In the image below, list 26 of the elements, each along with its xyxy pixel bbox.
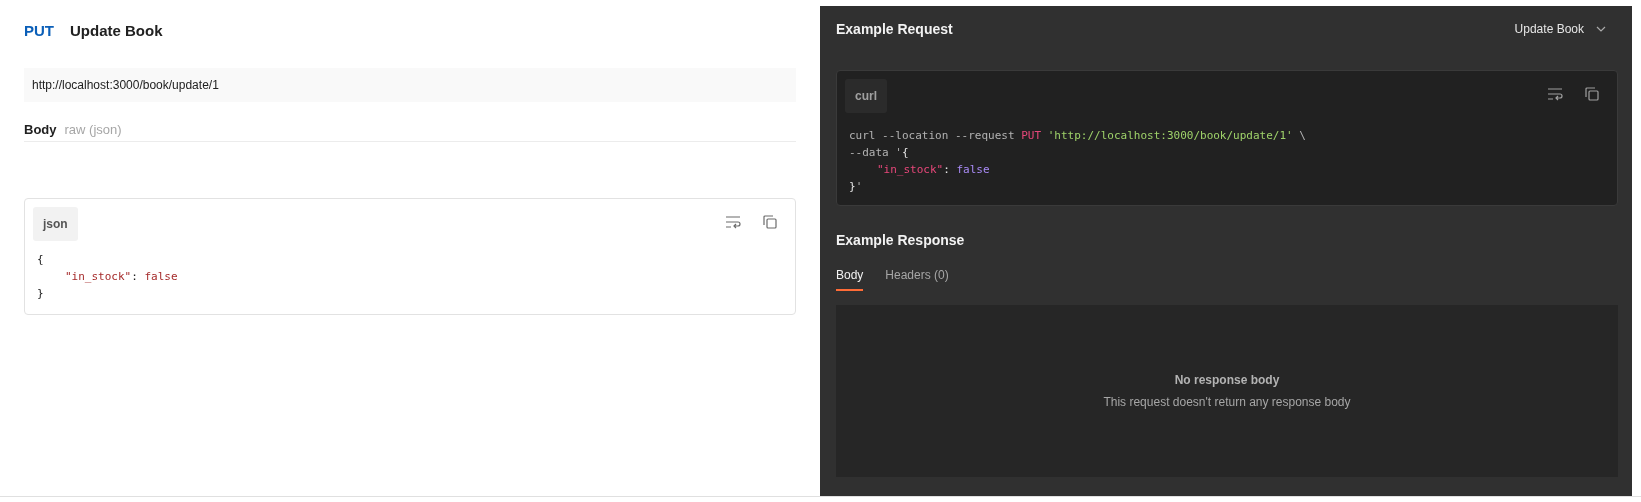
chevron-icon (1596, 26, 1606, 32)
code-line: { (37, 252, 45, 268)
code-line: }' (849, 179, 864, 195)
example-selector[interactable]: Update Book (1514, 22, 1618, 36)
request-method: PUT (24, 21, 54, 39)
wrap-icon[interactable] (725, 215, 741, 229)
copy-icon[interactable] (763, 215, 777, 229)
code-line: curl --location --request PUT 'http://localhost:3000/book/update/1' \ (849, 128, 1307, 144)
section-title: Example Response (836, 232, 966, 248)
language-tag: json (33, 207, 78, 241)
language-tag: curl (845, 79, 887, 113)
code-line: "in_stock": false (64, 269, 179, 285)
request-title: Update Book (70, 21, 163, 39)
code-line: } (37, 286, 45, 302)
body-mode: raw (json) (64, 122, 122, 137)
copy-icon[interactable] (1585, 87, 1599, 101)
empty-title: No response body (1174, 373, 1280, 387)
response-tab[interactable]: Body (836, 268, 864, 291)
url-field: http://localhost:3000/book/update/1 (24, 68, 796, 102)
section-title: Example Request (836, 21, 953, 37)
wrap-icon[interactable] (1547, 87, 1563, 101)
code-line: "in_stock": false (876, 162, 991, 178)
body-label: Body (24, 122, 57, 137)
response-tab[interactable]: Headers (0) (885, 268, 949, 291)
empty-message: This request doesn't return any response body (1103, 395, 1351, 409)
code-line: --data '{ (849, 145, 910, 161)
